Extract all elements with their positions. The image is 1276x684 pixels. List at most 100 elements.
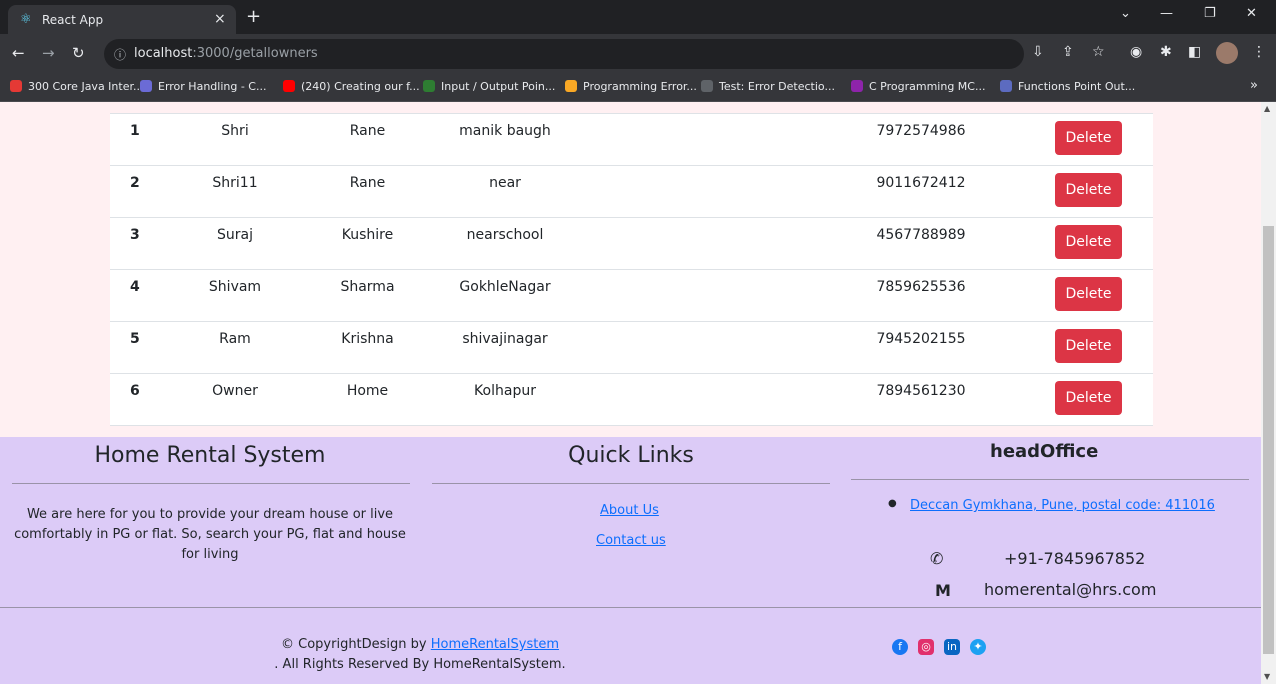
bookmark-favicon-icon	[140, 80, 152, 92]
bookmark-label: 300 Core Java Inter...	[28, 80, 144, 93]
reload-icon[interactable]: ↻	[72, 44, 85, 62]
delete-button[interactable]: Delete	[1055, 121, 1122, 155]
owner-first-name: Suraj	[217, 227, 253, 243]
phone-icon: ✆	[930, 549, 944, 568]
bookmark-favicon-icon	[283, 80, 295, 92]
close-window-icon[interactable]: ✕	[1246, 6, 1257, 21]
gmail-icon: M	[935, 581, 951, 600]
about-text: We are here for you to provide your drea…	[14, 507, 406, 562]
bullet-icon: ●	[888, 498, 897, 509]
url-text: localhost:3000/getallowners	[134, 46, 318, 61]
share-icon[interactable]: ⇪	[1062, 44, 1074, 60]
copyright-suffix: . All Rights Reserved By HomeRentalSyste…	[274, 657, 566, 672]
extension-g-icon[interactable]: ◉	[1130, 44, 1142, 60]
owner-first-name: Ram	[219, 331, 251, 347]
owner-id: 2	[130, 175, 140, 191]
bookmark-favicon-icon	[1000, 80, 1012, 92]
vertical-scrollbar[interactable]: ▲ ▼	[1261, 102, 1276, 684]
bookmark-item[interactable]: Programming Error...	[565, 80, 697, 93]
owner-last-name: Rane	[349, 175, 386, 191]
bookmark-favicon-icon	[565, 80, 577, 92]
owner-last-name: Sharma	[340, 279, 395, 295]
install-icon[interactable]: ⇩	[1032, 44, 1044, 60]
side-panel-icon[interactable]: ◧	[1188, 44, 1201, 60]
facebook-icon[interactable]: f	[892, 639, 908, 655]
office-address-link[interactable]: Deccan Gymkhana, Pune, postal code: 4110…	[910, 498, 1215, 513]
copyright: © CopyrightDesign by HomeRentalSystem . …	[230, 635, 610, 675]
about-us-link[interactable]: About Us	[600, 503, 659, 518]
scroll-up-icon[interactable]: ▲	[1264, 104, 1270, 113]
owner-phone: 7972574986	[876, 123, 966, 139]
copyright-link[interactable]: HomeRentalSystem	[431, 637, 559, 652]
bookmark-label: Programming Error...	[583, 80, 697, 93]
restore-icon[interactable]: ❐	[1204, 6, 1216, 21]
bookmark-item[interactable]: Test: Error Detectio...	[701, 80, 835, 93]
bookmark-item[interactable]: (240) Creating our f...	[283, 80, 420, 93]
minimize-icon[interactable]: —	[1160, 6, 1173, 21]
scrollbar-thumb[interactable]	[1263, 226, 1274, 654]
linkedin-icon[interactable]: in	[944, 639, 960, 655]
quick-links-divider	[432, 483, 830, 484]
new-tab-button[interactable]: +	[246, 6, 261, 27]
owner-id: 4	[130, 279, 140, 295]
back-icon[interactable]: ←	[12, 44, 25, 62]
owner-first-name: Shivam	[208, 279, 262, 295]
delete-button[interactable]: Delete	[1055, 381, 1122, 415]
owner-id: 1	[130, 123, 140, 139]
delete-button[interactable]: Delete	[1055, 225, 1122, 259]
owner-phone: 4567788989	[876, 227, 966, 243]
contact-us-link[interactable]: Contact us	[596, 533, 666, 548]
instagram-icon[interactable]: ◎	[918, 639, 934, 655]
owner-last-name: Kushire	[341, 227, 394, 243]
delete-button[interactable]: Delete	[1055, 173, 1122, 207]
bookmark-label: Test: Error Detectio...	[719, 80, 835, 93]
head-office-divider	[851, 479, 1249, 480]
table-row: 4 Shivam Sharma GokhleNagar 7859625536 Delete	[110, 269, 1153, 321]
forward-icon[interactable]: →	[42, 44, 55, 62]
bookmark-item[interactable]: Input / Output Poin...	[423, 80, 555, 93]
site-info-icon[interactable]: ⓘ	[114, 46, 126, 63]
owner-id: 6	[130, 383, 140, 399]
owner-id: 3	[130, 227, 140, 243]
menu-icon[interactable]: ⋮	[1252, 44, 1266, 60]
bookmark-favicon-icon	[851, 80, 863, 92]
owner-address: near	[489, 175, 521, 191]
bookmark-favicon-icon	[10, 80, 22, 92]
quick-links-title: Quick Links	[568, 443, 694, 468]
owners-table: 1 Shri Rane manik baugh 7972574986 Delete 2 Shr…	[110, 113, 1153, 426]
url-input[interactable]: ⓘ localhost:3000/getallowners	[104, 39, 1024, 69]
react-icon: ⚛	[20, 12, 32, 27]
bookmark-item[interactable]: C Programming MC...	[851, 80, 985, 93]
owner-phone: 7945202155	[876, 331, 966, 347]
tab-close-icon[interactable]: ×	[214, 11, 226, 27]
scroll-down-icon[interactable]: ▼	[1264, 672, 1270, 681]
bookmark-item[interactable]: Functions Point Out...	[1000, 80, 1135, 93]
about-divider	[12, 483, 410, 484]
twitter-icon[interactable]: ✦	[970, 639, 986, 655]
bookmark-item[interactable]: 300 Core Java Inter...	[10, 80, 143, 93]
profile-avatar[interactable]	[1216, 42, 1238, 64]
address-bar-row: ← → ↻ ⓘ localhost:3000/getallowners ⇩ ⇪ …	[0, 34, 1276, 73]
owner-id: 5	[130, 331, 140, 347]
bookmark-item[interactable]: Error Handling - C...	[140, 80, 266, 93]
copyright-prefix: © CopyrightDesign by	[281, 637, 431, 652]
table-row: 3 Suraj Kushire nearschool 4567788989 Delete	[110, 217, 1153, 269]
owner-last-name: Rane	[349, 123, 386, 139]
owner-address: GokhleNagar	[459, 279, 551, 295]
delete-button[interactable]: Delete	[1055, 329, 1122, 363]
bookmarks-more-icon[interactable]: »	[1250, 78, 1258, 93]
table-row: 6 Owner Home Kolhapur 7894561230 Delete	[110, 373, 1153, 426]
delete-button[interactable]: Delete	[1055, 277, 1122, 311]
bookmark-label: Error Handling - C...	[158, 80, 267, 93]
bookmark-label: (240) Creating our f...	[301, 80, 420, 93]
tab-search-icon[interactable]: ⌄	[1120, 6, 1131, 21]
browser-tab[interactable]: ⚛ React App ×	[8, 5, 236, 34]
table-row: 2 Shri11 Rane near 9011672412 Delete	[110, 165, 1153, 217]
owner-first-name: Shri	[221, 123, 249, 139]
owner-last-name: Home	[346, 383, 389, 399]
extensions-puzzle-icon[interactable]: ✱	[1160, 44, 1172, 60]
owner-address: manik baugh	[459, 123, 551, 139]
bookmark-star-icon[interactable]: ☆	[1092, 44, 1105, 60]
bookmark-label: C Programming MC...	[869, 80, 986, 93]
owner-address: shivajinagar	[462, 331, 548, 347]
